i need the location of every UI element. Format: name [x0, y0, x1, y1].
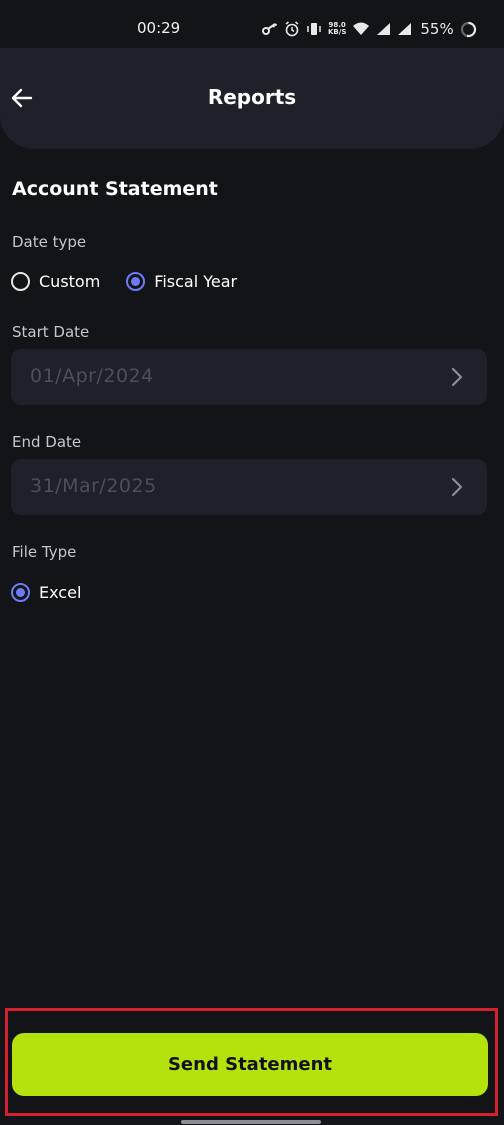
- end-date-field[interactable]: 31/Mar/2025: [11, 459, 487, 515]
- wifi-icon: [352, 22, 370, 36]
- radio-excel-circle: [11, 583, 30, 602]
- radio-fiscal-year-label: Fiscal Year: [154, 272, 238, 291]
- signal-icon-2: [397, 22, 412, 36]
- page-title: Reports: [207, 85, 297, 109]
- radio-custom-label: Custom: [39, 272, 101, 291]
- date-type-label: Date type: [12, 233, 87, 251]
- battery-percent: 55%: [420, 20, 454, 38]
- vibrate-icon: [306, 21, 322, 37]
- radio-excel-label: Excel: [39, 583, 82, 602]
- start-date-value: 01/Apr/2024: [30, 365, 154, 387]
- status-time: 00:29: [137, 19, 181, 37]
- radio-fiscal-year-circle: [126, 272, 146, 291]
- signal-icon: [376, 22, 391, 36]
- start-date-label: Start Date: [12, 323, 90, 341]
- app-header: Reports: [0, 48, 504, 149]
- start-date-field[interactable]: 01/Apr/2024: [11, 349, 487, 405]
- radio-fiscal-year[interactable]: Fiscal Year: [126, 272, 237, 291]
- file-type-label: File Type: [12, 543, 77, 561]
- radio-excel[interactable]: Excel: [11, 583, 81, 602]
- file-type-radio-group: Excel: [11, 583, 107, 602]
- chevron-right-icon: [451, 477, 463, 497]
- net-speed: 98.0 KB/S: [328, 22, 346, 36]
- chevron-right-icon: [451, 367, 463, 387]
- end-date-label: End Date: [12, 433, 82, 451]
- key-icon: [262, 22, 278, 36]
- radio-custom[interactable]: Custom: [11, 272, 100, 291]
- date-type-radio-group: Custom Fiscal Year: [11, 272, 263, 291]
- send-statement-button[interactable]: Send Statement: [12, 1033, 488, 1096]
- radio-custom-circle: [11, 272, 30, 291]
- alarm-icon: [284, 21, 300, 37]
- end-date-value: 31/Mar/2025: [30, 475, 157, 497]
- net-speed-unit: KB/S: [328, 28, 347, 36]
- status-bar: 00:29 98.0 KB/S 55%: [0, 0, 504, 48]
- section-title: Account Statement: [12, 178, 218, 200]
- battery-icon: [460, 21, 477, 38]
- status-icons: 98.0 KB/S 55%: [262, 17, 477, 41]
- home-indicator[interactable]: [181, 1120, 321, 1124]
